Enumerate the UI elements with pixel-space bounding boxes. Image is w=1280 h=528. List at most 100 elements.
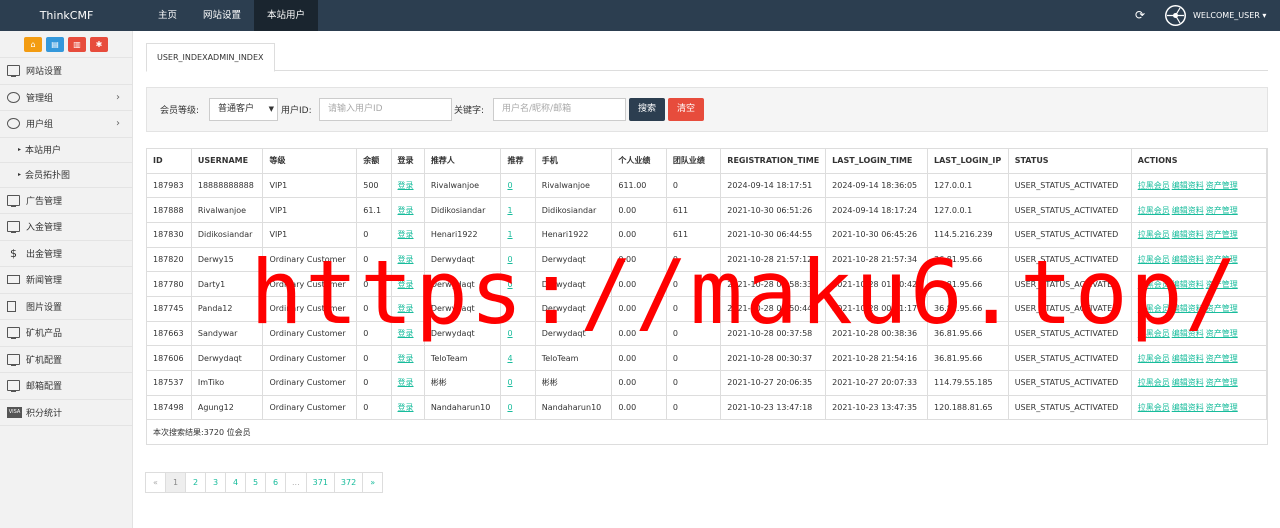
blacklist-member-link[interactable]: 拉黑会员 — [1138, 304, 1170, 313]
login-link[interactable]: 登录 — [398, 255, 414, 264]
referral-count-link[interactable]: 0 — [507, 181, 512, 190]
edit-profile-link[interactable]: 编辑资料 — [1172, 230, 1204, 239]
edit-profile-link[interactable]: 编辑资料 — [1172, 403, 1204, 412]
edit-profile-link[interactable]: 编辑资料 — [1172, 354, 1204, 363]
referral-count-link[interactable]: 0 — [507, 280, 512, 289]
asset-management-link[interactable]: 资产管理 — [1206, 206, 1238, 215]
login-link[interactable]: 登录 — [398, 181, 414, 190]
login-link[interactable]: 登录 — [398, 378, 414, 387]
blacklist-member-link[interactable]: 拉黑会员 — [1138, 403, 1170, 412]
table-cell: 611 — [666, 222, 722, 248]
table-cell: Derwydaqt — [424, 271, 502, 297]
home-icon[interactable]: ⌂ — [24, 36, 42, 52]
login-link[interactable]: 登录 — [398, 403, 414, 412]
sidebar-item-images[interactable]: 图片设置 — [0, 294, 132, 320]
login-link[interactable]: 登录 — [398, 206, 414, 215]
blacklist-member-link[interactable]: 拉黑会员 — [1138, 378, 1170, 387]
blacklist-member-link[interactable]: 拉黑会员 — [1138, 181, 1170, 190]
edit-profile-link[interactable]: 编辑资料 — [1172, 206, 1204, 215]
referral-count-link[interactable]: 4 — [507, 354, 512, 363]
login-link[interactable]: 登录 — [398, 354, 414, 363]
sidebar-item-withdraw[interactable]: $ 出金管理 — [0, 241, 132, 267]
sidebar-item-label: 广告管理 — [26, 196, 63, 207]
pagination-page[interactable]: 3 — [205, 472, 226, 493]
asset-management-link[interactable]: 资产管理 — [1206, 255, 1238, 264]
asset-management-link[interactable]: 资产管理 — [1206, 304, 1238, 313]
brand-logo[interactable]: ThinkCMF — [0, 0, 133, 31]
edit-profile-link[interactable]: 编辑资料 — [1172, 255, 1204, 264]
file-icon[interactable]: ▤ — [46, 36, 64, 52]
asset-management-link[interactable]: 资产管理 — [1206, 280, 1238, 289]
pagination-page[interactable]: 372 — [333, 472, 364, 493]
referral-count-link[interactable]: 0 — [507, 329, 512, 338]
refresh-icon[interactable]: ⟳ — [1133, 8, 1147, 22]
sidebar-item-email-config[interactable]: 邮箱配置 — [0, 373, 132, 400]
table-cell: ImTiko — [191, 370, 264, 396]
sidebar-item-site-settings[interactable]: 网站设置 — [0, 58, 132, 85]
level-select[interactable]: 普通客户 ▼ — [209, 98, 278, 121]
pagination-next[interactable]: » — [362, 472, 384, 493]
table-cell: 0 — [356, 321, 392, 347]
blacklist-member-link[interactable]: 拉黑会员 — [1138, 354, 1170, 363]
asset-management-link[interactable]: 资产管理 — [1206, 181, 1238, 190]
sidebar-item-ads[interactable]: 广告管理 — [0, 188, 132, 214]
sidebar-item-news[interactable]: 新闻管理 — [0, 267, 132, 294]
asset-management-link[interactable]: 资产管理 — [1206, 378, 1238, 387]
referral-count-link[interactable]: 0 — [507, 255, 512, 264]
login-link[interactable]: 登录 — [398, 304, 414, 313]
pagination-page[interactable]: 371 — [305, 472, 335, 493]
blacklist-member-link[interactable]: 拉黑会员 — [1138, 206, 1170, 215]
referral-count-link[interactable]: 1 — [507, 206, 512, 215]
login-link[interactable]: 登录 — [398, 280, 414, 289]
login-link[interactable]: 登录 — [398, 329, 414, 338]
clear-button[interactable]: 清空 — [668, 98, 704, 121]
pagination-page[interactable]: 2 — [185, 472, 206, 493]
sidebar-item-deposit[interactable]: 入金管理 — [0, 214, 132, 241]
top-nav-home[interactable]: 主页 — [145, 0, 190, 31]
referral-count-link[interactable]: 0 — [507, 304, 512, 313]
sidebar-item-miner-config[interactable]: 矿机配置 — [0, 347, 132, 373]
edit-profile-link[interactable]: 编辑资料 — [1172, 378, 1204, 387]
edit-profile-link[interactable]: 编辑资料 — [1172, 181, 1204, 190]
asset-management-link[interactable]: 资产管理 — [1206, 403, 1238, 412]
sidebar-item-user-group[interactable]: 用户组 › — [0, 111, 132, 138]
sidebar-item-admin-group[interactable]: 管理组 › — [0, 85, 132, 111]
chevron-right-icon: › — [116, 118, 120, 129]
pagination-page[interactable]: 1 — [165, 472, 186, 493]
edit-profile-link[interactable]: 编辑资料 — [1172, 280, 1204, 289]
search-button[interactable]: 搜索 — [629, 98, 665, 121]
top-nav-users[interactable]: 本站用户 — [254, 0, 319, 31]
uid-input[interactable]: 请输入用户ID — [319, 98, 452, 121]
edit-profile-link[interactable]: 编辑资料 — [1172, 304, 1204, 313]
blacklist-member-link[interactable]: 拉黑会员 — [1138, 230, 1170, 239]
table-cell: USER_STATUS_ACTIVATED — [1008, 173, 1132, 199]
table-cell: 0 — [356, 271, 392, 297]
blacklist-member-link[interactable]: 拉黑会员 — [1138, 255, 1170, 264]
referral-count-link[interactable]: 1 — [507, 230, 512, 239]
keyword-input[interactable]: 用户名/昵称/邮箱 — [493, 98, 626, 121]
sidebar-item-miner-products[interactable]: 矿机产品 — [0, 320, 132, 347]
user-menu[interactable]: WELCOME_USER ▾ — [1193, 0, 1266, 31]
avatar[interactable] — [1165, 5, 1186, 26]
blacklist-member-link[interactable]: 拉黑会员 — [1138, 329, 1170, 338]
edit-profile-link[interactable]: 编辑资料 — [1172, 329, 1204, 338]
asset-management-link[interactable]: 资产管理 — [1206, 354, 1238, 363]
referral-count-link[interactable]: 0 — [507, 378, 512, 387]
pagination-prev[interactable]: « — [145, 472, 166, 493]
referral-count-link[interactable]: 0 — [507, 403, 512, 412]
clear-cache-icon[interactable]: ✱ — [90, 36, 108, 52]
pagination-page[interactable]: 5 — [245, 472, 266, 493]
sidebar-subitem-member-topology[interactable]: ▸ 会员拓扑图 — [0, 163, 132, 188]
pagination-page[interactable]: ... — [285, 472, 307, 493]
pagination-page[interactable]: 6 — [265, 472, 286, 493]
trash-icon[interactable]: ▥ — [68, 36, 86, 52]
pagination-page[interactable]: 4 — [225, 472, 246, 493]
asset-management-link[interactable]: 资产管理 — [1206, 230, 1238, 239]
asset-management-link[interactable]: 资产管理 — [1206, 329, 1238, 338]
login-link[interactable]: 登录 — [398, 230, 414, 239]
sidebar-item-points[interactable]: VISA 积分统计 — [0, 400, 132, 426]
sidebar-subitem-site-users[interactable]: ▸ 本站用户 — [0, 138, 132, 163]
tab-user-index[interactable]: USER_INDEXADMIN_INDEX — [146, 43, 275, 72]
blacklist-member-link[interactable]: 拉黑会员 — [1138, 280, 1170, 289]
top-nav-site-settings[interactable]: 网站设置 — [190, 0, 254, 31]
